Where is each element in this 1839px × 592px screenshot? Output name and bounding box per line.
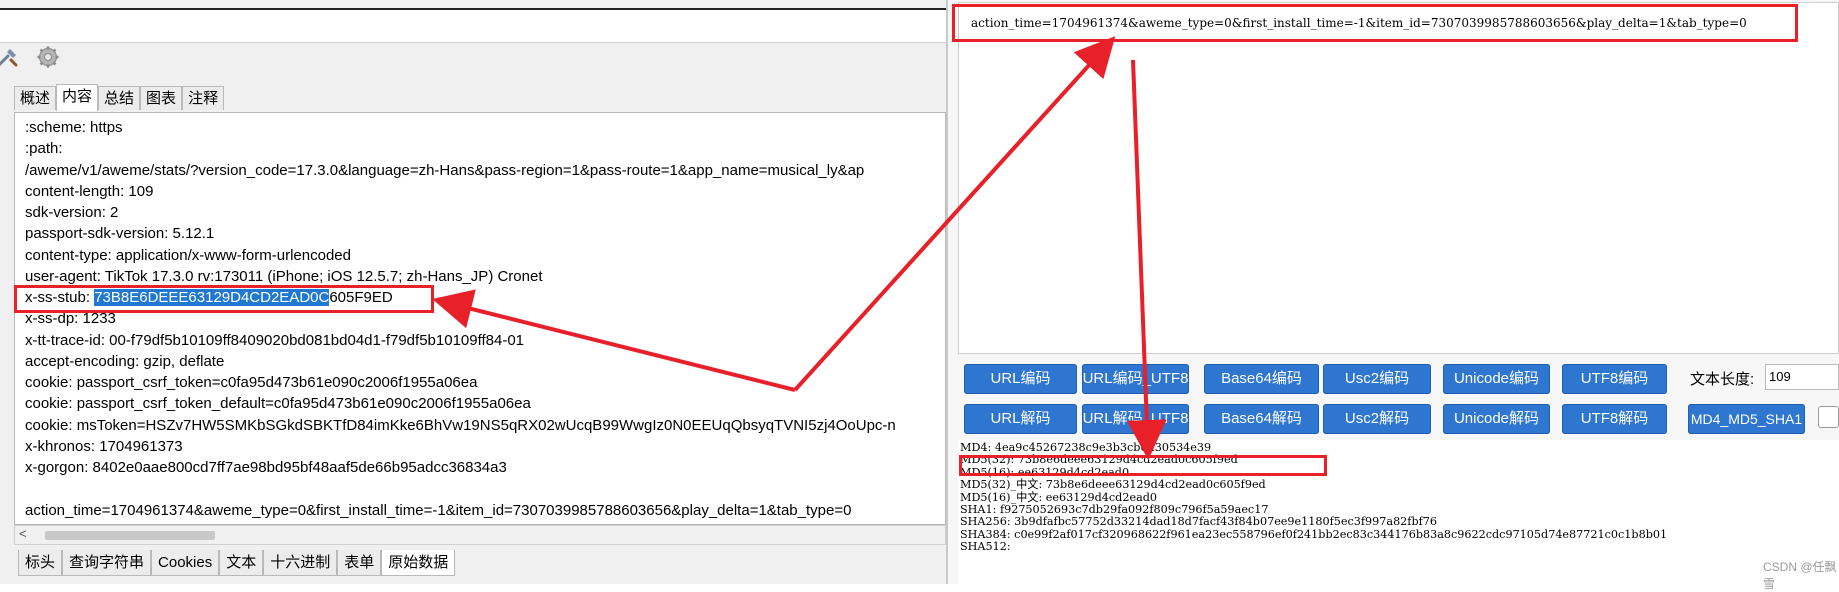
watermark: CSDN @任飘雪 (1763, 560, 1837, 591)
input-textarea[interactable]: action_time=1704961374&aweme_type=0&firs… (958, 2, 1839, 354)
unicode-encode-button[interactable]: Unicode编码 (1443, 364, 1550, 394)
text-length-label: 文本长度: (1690, 371, 1755, 388)
url-decode-utf8-button[interactable]: URL解码_UTF8 (1082, 404, 1189, 434)
annotation-box-stub (14, 285, 434, 313)
text-length-field[interactable]: 109 (1765, 364, 1839, 390)
utf8-decode-button[interactable]: UTF8解码 (1562, 404, 1667, 434)
tab-text[interactable]: 文本 (219, 550, 264, 576)
hash-line-md5-32-cn: MD5(32)_中文: 73b8e6deee63129d4cd2ead0c605… (960, 478, 1266, 492)
inspector-tabs: 概述 内容 总结 图表 注释 (14, 84, 225, 112)
horizontal-scrollbar[interactable]: < (14, 525, 946, 545)
url-decode-button[interactable]: URL解码 (964, 404, 1077, 434)
tab-content[interactable]: 内容 (56, 84, 99, 111)
request-line: content-length: 109 (25, 182, 154, 200)
option-checkbox[interactable] (1818, 406, 1839, 428)
tab-chart[interactable]: 图表 (140, 86, 183, 110)
md4-md5-sha1-button[interactable]: MD4_MD5_SHA1 (1688, 404, 1805, 434)
tab-cookies[interactable]: Cookies (151, 550, 220, 576)
base64-encode-button[interactable]: Base64编码 (1204, 364, 1319, 394)
annotation-box-md5 (959, 455, 1327, 476)
request-line: cookie: msToken=HSZv7HW5SMKbSGkdSBKTfD84… (25, 416, 896, 434)
request-line: x-tt-trace-id: 00-f79df5b10109ff8409020b… (25, 331, 525, 349)
request-line: :path: (25, 140, 63, 158)
tab-overview[interactable]: 概述 (14, 86, 57, 110)
request-body-line: action_time=1704961374&aweme_type=0&firs… (25, 501, 852, 519)
usc2-decode-button[interactable]: Usc2解码 (1323, 404, 1431, 434)
url-encode-button[interactable]: URL编码 (964, 364, 1077, 394)
tab-raw[interactable]: 原始数据 (381, 550, 456, 576)
hash-line-sha256: SHA256: 3b9dfafbc57752d33214dad18d7facf4… (960, 515, 1437, 529)
tab-hex[interactable]: 十六进制 (263, 550, 338, 576)
request-line: content-type: application/x-www-form-url… (25, 246, 351, 264)
request-line: x-khronos: 1704961373 (25, 437, 183, 455)
scroll-left-icon[interactable]: < (19, 526, 27, 541)
gear-icon[interactable] (36, 45, 60, 69)
tab-query-string[interactable]: 查询字符串 (62, 550, 152, 576)
request-line: cookie: passport_csrf_token_default=c0fa… (25, 395, 531, 413)
inspector-bottom-tabs: 标头 查询字符串 Cookies 文本 十六进制 表单 原始数据 (18, 550, 456, 578)
tab-summary[interactable]: 总结 (98, 86, 141, 110)
tab-headers[interactable]: 标头 (18, 550, 63, 576)
request-line (25, 478, 945, 499)
tab-notes[interactable]: 注释 (182, 86, 225, 110)
utf8-encode-button[interactable]: UTF8编码 (1562, 364, 1667, 394)
request-line: sdk-version: 2 (25, 204, 119, 221)
request-line: :scheme: https (25, 119, 123, 136)
unicode-decode-button[interactable]: Unicode解码 (1443, 404, 1550, 434)
request-line: cookie: passport_csrf_token=c0fa95d473b6… (25, 374, 478, 391)
request-line: passport-sdk-version: 5.12.1 (25, 225, 215, 243)
raw-request-lines: :scheme: https :path: /aweme/v1/aweme/st… (25, 117, 945, 521)
title-strip (0, 10, 946, 43)
tab-form[interactable]: 表单 (337, 550, 382, 576)
request-line: /aweme/v1/aweme/stats/?version_code=17.3… (25, 161, 865, 179)
url-encode-utf8-button[interactable]: URL编码_UTF8 (1082, 364, 1189, 394)
hash-line-sha384: SHA384: c0e99f2af017cf320968622f961ea23e… (960, 527, 1668, 541)
annotation-box-input (952, 4, 1798, 42)
scrollbar-thumb[interactable] (45, 531, 215, 540)
base64-decode-button[interactable]: Base64解码 (1204, 404, 1319, 434)
request-line: x-gorgon: 8402e0aae800cd7ff7ae98bd95bf48… (25, 459, 507, 476)
request-line: accept-encoding: gzip, deflate (25, 352, 225, 370)
hash-line-sha512: SHA512: (960, 540, 1011, 554)
tools-icon[interactable] (0, 45, 20, 69)
request-line: user-agent: TikTok 17.3.0 rv:173011 (iPh… (25, 267, 543, 285)
usc2-encode-button[interactable]: Usc2编码 (1323, 364, 1431, 394)
